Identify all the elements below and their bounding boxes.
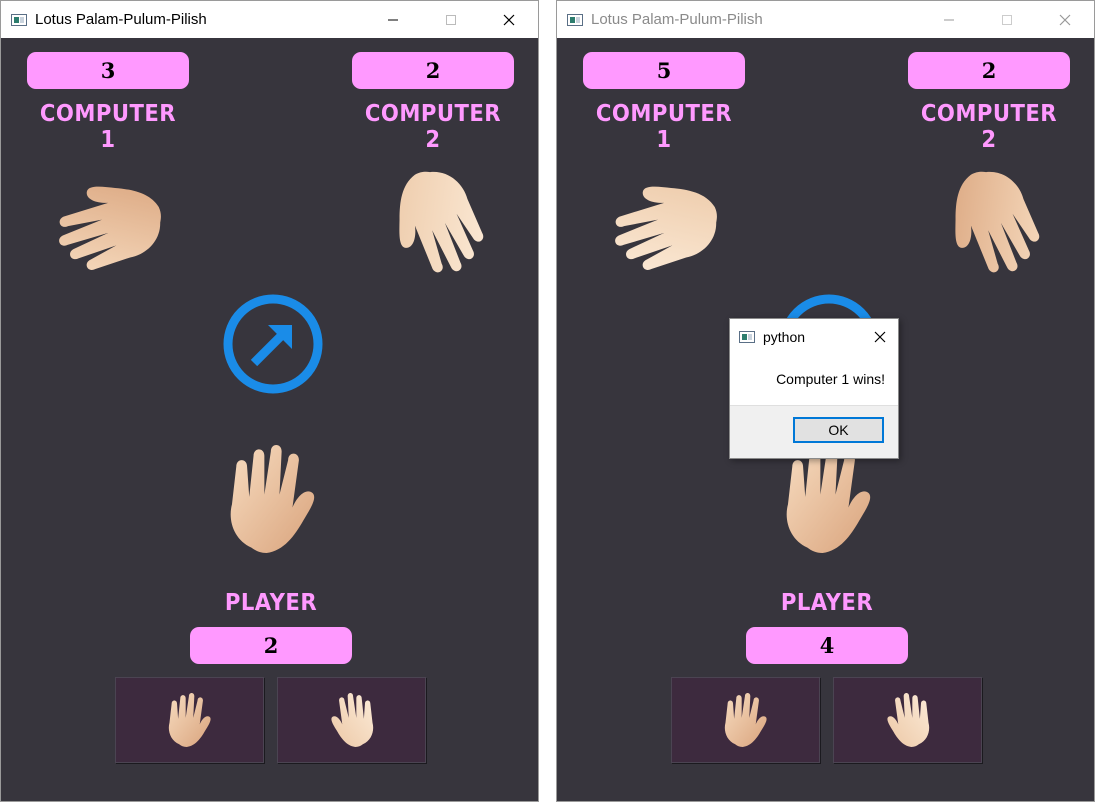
app-icon [739, 331, 755, 343]
palm-down-button[interactable] [833, 677, 982, 763]
computer1-label: COMPUTER 1 [595, 101, 733, 153]
dialog-message: Computer 1 wins! [776, 371, 885, 387]
close-icon [1059, 14, 1071, 25]
close-button[interactable] [1036, 1, 1094, 38]
minimize-button[interactable] [364, 1, 422, 38]
computer2-hand-icon [383, 171, 488, 276]
computer1-score: 5 [583, 52, 745, 89]
close-icon [503, 14, 515, 25]
close-button[interactable] [480, 1, 538, 38]
computer2-hand-icon [939, 171, 1044, 276]
title-bar[interactable]: Lotus Palam-Pulum-Pilish [1, 1, 538, 38]
dialog-body: Computer 1 wins! [730, 355, 898, 405]
palm-up-hand-icon [168, 693, 211, 747]
computer1-hand-icon [56, 171, 161, 276]
computer2-score: 2 [908, 52, 1070, 89]
palm-up-button[interactable] [671, 677, 820, 763]
maximize-icon [1002, 14, 1012, 25]
maximize-button[interactable] [422, 1, 480, 38]
player-hand-icon [786, 445, 871, 553]
player-score: 2 [190, 627, 352, 664]
message-dialog: python Computer 1 wins! OK [729, 318, 899, 459]
player-label: PLAYER [780, 590, 874, 616]
minimize-icon [388, 19, 398, 20]
title-bar[interactable]: Lotus Palam-Pulum-Pilish [557, 1, 1094, 38]
computer2-label: COMPUTER 2 [364, 101, 502, 153]
window-title: Lotus Palam-Pulum-Pilish [35, 11, 207, 28]
player-label: PLAYER [224, 590, 318, 616]
arrow-up-right-circle-icon [223, 294, 323, 394]
computer1-score: 3 [27, 52, 189, 89]
close-icon[interactable] [874, 331, 886, 343]
palm-up-button[interactable] [115, 677, 264, 763]
game-window-1: Lotus Palam-Pulum-Pilish 3 2 COMPUTER 1 … [0, 0, 539, 802]
app-icon [11, 13, 27, 26]
app-icon [567, 13, 583, 26]
ok-button[interactable]: OK [793, 417, 884, 443]
dialog-title-bar[interactable]: python [730, 319, 898, 355]
computer2-label: COMPUTER 2 [920, 101, 1058, 153]
player-score: 4 [746, 627, 908, 664]
minimize-icon [944, 19, 954, 20]
computer1-label: COMPUTER 1 [39, 101, 177, 153]
window-title: Lotus Palam-Pulum-Pilish [591, 11, 763, 28]
palm-down-hand-icon [330, 693, 373, 747]
palm-up-hand-icon [724, 693, 767, 747]
maximize-button[interactable] [978, 1, 1036, 38]
computer2-score: 2 [352, 52, 514, 89]
minimize-button[interactable] [920, 1, 978, 38]
palm-down-hand-icon [886, 693, 929, 747]
player-hand-icon [230, 445, 315, 553]
dialog-title: python [763, 329, 806, 345]
divider [730, 405, 898, 406]
maximize-icon [446, 14, 456, 25]
computer1-hand-icon [612, 171, 717, 276]
palm-down-button[interactable] [277, 677, 426, 763]
